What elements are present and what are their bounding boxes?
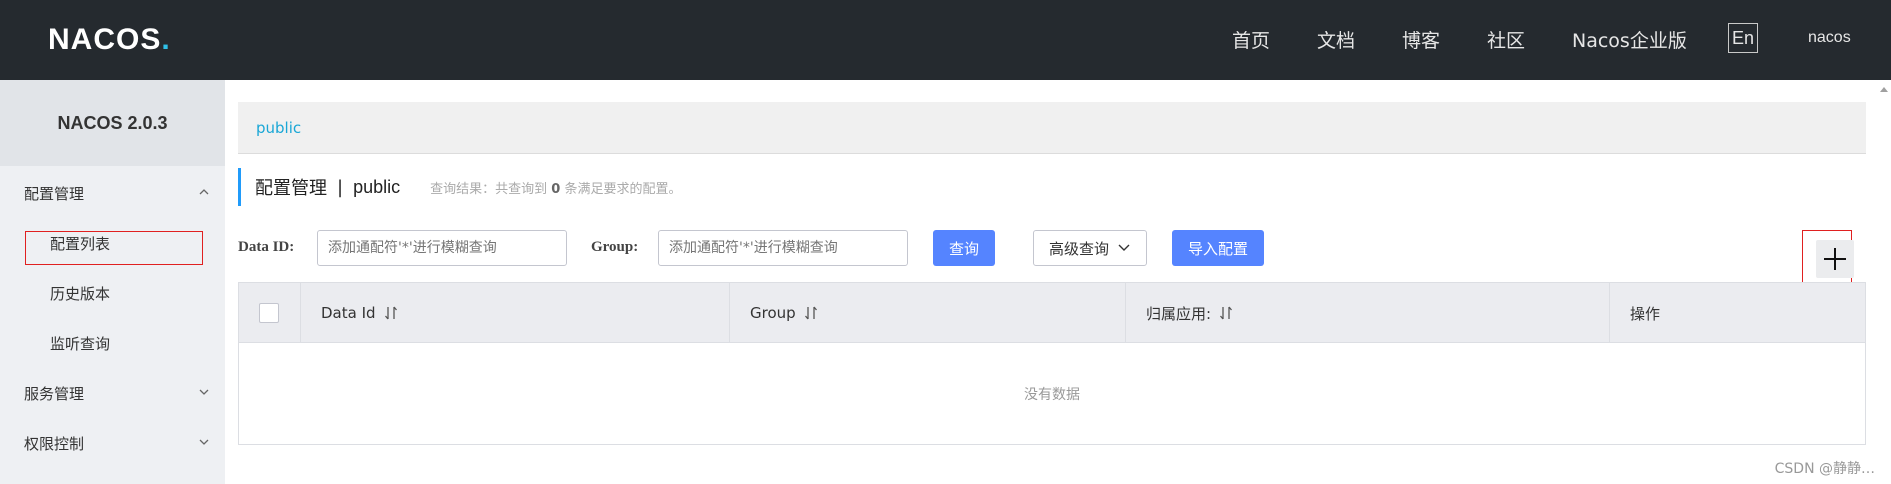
search-bar: Data ID: Group: 查询 高级查询 导入配置 xyxy=(238,230,1866,266)
select-all-cell xyxy=(239,283,301,343)
query-result-hint: 查询结果：共查询到 0 条满足要求的配置。 xyxy=(430,178,681,197)
sort-icon[interactable] xyxy=(804,305,818,321)
hint-suffix: 条满足要求的配置。 xyxy=(564,181,682,197)
chevron-down-icon xyxy=(199,389,209,395)
sidebar-group-label: 服务管理 xyxy=(24,384,85,403)
nav-enterprise[interactable]: Nacos企业版 xyxy=(1572,26,1687,53)
dataid-input[interactable] xyxy=(317,230,567,266)
hint-count: 0 xyxy=(551,181,561,197)
logo-text: NACOS xyxy=(48,23,162,56)
sidebar-item-label: 历史版本 xyxy=(50,284,111,303)
sort-icon[interactable] xyxy=(384,305,398,321)
query-button[interactable]: 查询 xyxy=(933,230,995,266)
column-header-label: Group xyxy=(750,304,796,322)
column-header-label: 操作 xyxy=(1630,304,1661,323)
highlight-box-config-list xyxy=(25,231,203,265)
sidebar-group-config[interactable]: 配置管理 xyxy=(0,173,225,213)
import-config-button[interactable]: 导入配置 xyxy=(1172,230,1264,266)
title-separator: | xyxy=(337,176,344,198)
title-namespace: public xyxy=(353,176,401,197)
select-all-checkbox[interactable] xyxy=(259,303,279,323)
column-header-actions: 操作 xyxy=(1610,283,1865,343)
hint-prefix: 查询结果：共查询到 xyxy=(430,181,548,197)
namespace-breadcrumb: public xyxy=(238,102,1866,154)
sidebar-group-service[interactable]: 服务管理 xyxy=(0,373,225,413)
logo-dot: . xyxy=(161,23,170,56)
sidebar-item-history[interactable]: 历史版本 xyxy=(0,273,225,313)
top-header: NACOS. 首页 文档 博客 社区 Nacos企业版 En nacos xyxy=(0,0,1891,80)
group-label: Group: xyxy=(591,239,639,255)
advanced-query-button[interactable]: 高级查询 xyxy=(1033,230,1147,266)
version-label: NACOS 2.0.3 xyxy=(0,80,225,166)
sidebar-item-listener-query[interactable]: 监听查询 xyxy=(0,323,225,363)
config-table: Data Id Group 归属应用: 操作 没有数据 xyxy=(238,282,1866,445)
sidebar: NACOS 2.0.3 配置管理 配置列表 历史版本 监听查询 服务管理 权限控… xyxy=(0,80,225,484)
page-title: 配置管理 | public 查询结果：共查询到 0 条满足要求的配置。 xyxy=(238,168,681,206)
sidebar-group-label: 配置管理 xyxy=(24,184,85,203)
nav-blog[interactable]: 博客 xyxy=(1402,26,1440,53)
advanced-query-label: 高级查询 xyxy=(1048,239,1109,258)
nacos-logo[interactable]: NACOS. xyxy=(48,20,170,60)
table-header: Data Id Group 归属应用: 操作 xyxy=(239,283,1865,343)
chevron-up-icon xyxy=(199,189,209,195)
scrollbar-up-arrow-icon[interactable] xyxy=(1877,80,1891,100)
column-header-label: 归属应用: xyxy=(1146,304,1212,323)
nav-docs[interactable]: 文档 xyxy=(1317,26,1355,53)
namespace-link-public[interactable]: public xyxy=(256,119,301,137)
sort-icon[interactable] xyxy=(1219,305,1233,321)
column-header-group[interactable]: Group xyxy=(730,283,1126,343)
user-menu[interactable]: nacos xyxy=(1808,29,1851,47)
nav-home[interactable]: 首页 xyxy=(1232,26,1270,53)
watermark: CSDN @静静… xyxy=(1774,461,1875,477)
group-input[interactable] xyxy=(658,230,908,266)
add-config-button[interactable] xyxy=(1816,240,1854,278)
chevron-down-icon xyxy=(1118,244,1130,251)
column-header-app[interactable]: 归属应用: xyxy=(1126,283,1610,343)
column-header-label: Data Id xyxy=(321,304,376,322)
nav-community[interactable]: 社区 xyxy=(1487,26,1525,53)
page-title-text: 配置管理 xyxy=(255,178,327,199)
sidebar-group-label: 权限控制 xyxy=(24,434,85,453)
column-header-dataid[interactable]: Data Id xyxy=(301,283,730,343)
plus-icon xyxy=(1824,248,1846,270)
sidebar-group-auth[interactable]: 权限控制 xyxy=(0,423,225,463)
dataid-label: Data ID: xyxy=(238,239,295,255)
empty-state: 没有数据 xyxy=(1024,386,1080,403)
chevron-down-icon xyxy=(199,439,209,445)
sidebar-item-label: 监听查询 xyxy=(50,334,111,353)
language-toggle[interactable]: En xyxy=(1728,23,1758,53)
